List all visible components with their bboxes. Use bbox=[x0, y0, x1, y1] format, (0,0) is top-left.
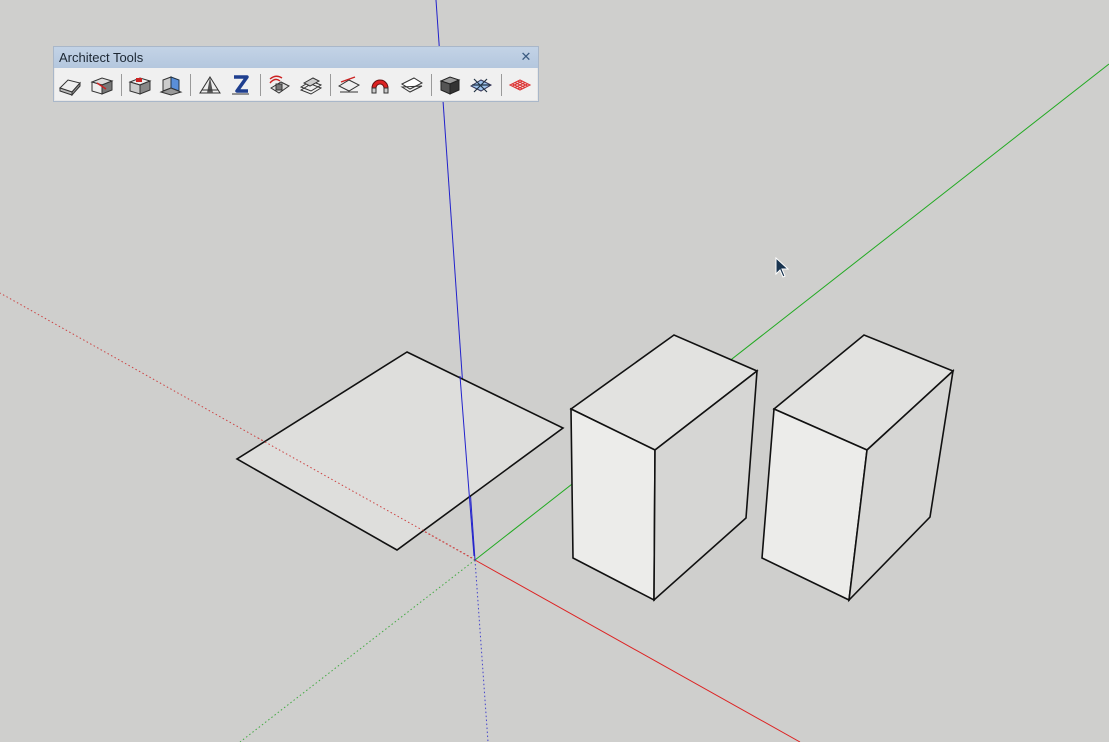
elevation-z-icon[interactable] bbox=[228, 71, 254, 98]
mouse-cursor-icon bbox=[775, 257, 790, 278]
architect-tools-toolbar[interactable]: Architect Tools ✕ bbox=[53, 46, 539, 102]
green-axis-dotted bbox=[239, 559, 476, 742]
toolbar-separator bbox=[120, 73, 122, 96]
red-grid-icon[interactable] bbox=[506, 71, 532, 98]
wall-extrude-icon[interactable] bbox=[158, 71, 184, 98]
stair-maker-icon[interactable] bbox=[127, 71, 153, 98]
close-icon[interactable]: ✕ bbox=[518, 48, 534, 66]
roof-maker-icon[interactable] bbox=[88, 71, 114, 98]
toolbar-separator bbox=[500, 73, 502, 96]
toolbar-title: Architect Tools bbox=[59, 50, 144, 65]
flat-shape-icon[interactable] bbox=[398, 71, 424, 98]
box-right[interactable] bbox=[761, 334, 955, 603]
toolbar-separator bbox=[190, 73, 192, 96]
toolbar-icon-row bbox=[54, 68, 538, 101]
section-plane-icon[interactable] bbox=[336, 71, 362, 98]
toolbar-separator bbox=[329, 73, 331, 96]
grid-intersect-icon[interactable] bbox=[468, 71, 494, 98]
blue-axis-dotted bbox=[474, 559, 489, 742]
modeling-viewport[interactable]: Architect Tools ✕ bbox=[0, 0, 1109, 742]
toolbar-separator bbox=[260, 73, 262, 96]
contour-tool-icon[interactable] bbox=[266, 71, 292, 98]
gable-tool-icon[interactable] bbox=[196, 71, 222, 98]
box-left[interactable] bbox=[569, 334, 759, 602]
scene-canvas[interactable] bbox=[0, 0, 1109, 742]
magnet-snap-icon[interactable] bbox=[367, 71, 393, 98]
layer-stack-icon[interactable] bbox=[297, 71, 323, 98]
building-maker-icon[interactable] bbox=[57, 71, 83, 98]
box-model-icon[interactable] bbox=[437, 71, 463, 98]
toolbar-separator bbox=[430, 73, 432, 96]
flat-rectangle[interactable] bbox=[235, 351, 565, 560]
toolbar-title-bar[interactable]: Architect Tools ✕ bbox=[54, 47, 538, 68]
